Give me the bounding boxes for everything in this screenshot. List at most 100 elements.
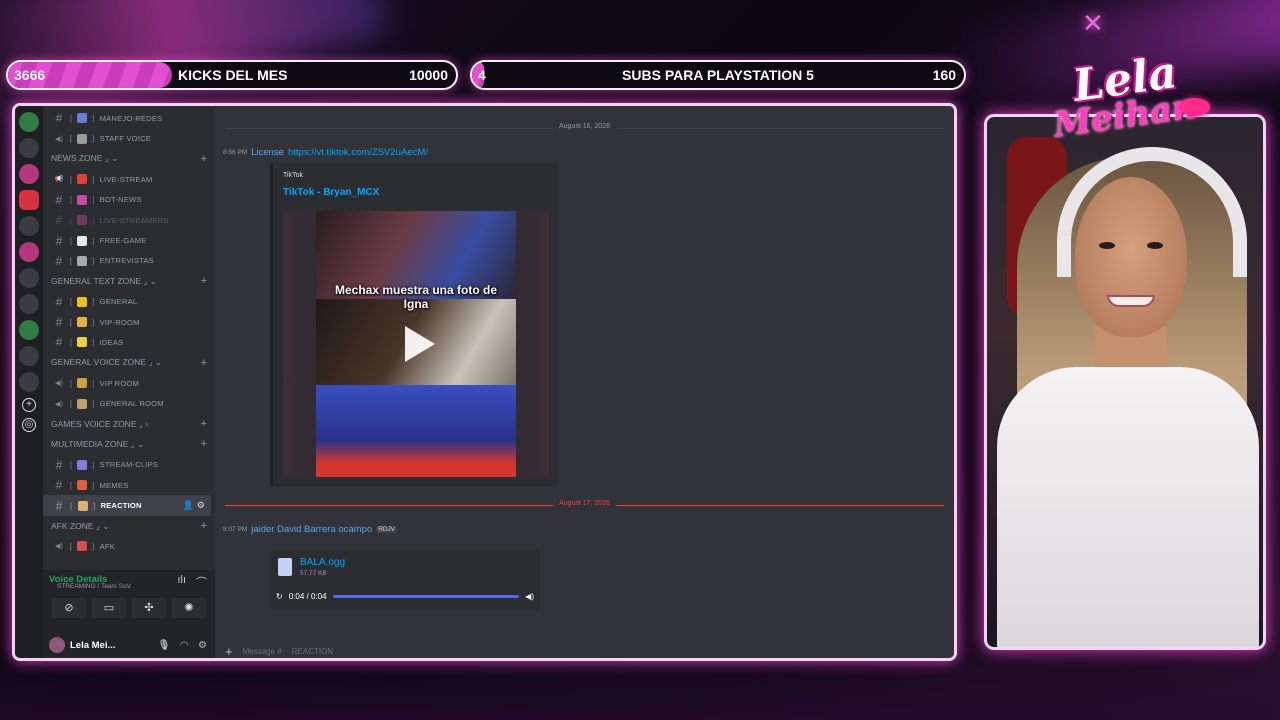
category-label: MULTIMEDIA ZONE ⌟ ⌄ <box>51 438 145 449</box>
replay-icon[interactable]: ↻ <box>276 592 283 601</box>
bracket: ] <box>92 256 95 266</box>
server-icon[interactable] <box>19 372 39 392</box>
channel-item[interactable]: # [] VIP-ROOM <box>43 312 215 332</box>
channel-category[interactable]: NEWS ZONE ⌟ ⌄ + <box>43 149 215 169</box>
kicks-goal-title: KICKS DEL MES <box>178 67 288 83</box>
message-composer[interactable]: + Message # REACTION <box>225 644 944 659</box>
user-panel: Lela Mei... 🎙 ◠ ⚙ <box>43 632 215 658</box>
soundboard-icon[interactable]: ✺ <box>171 598 207 618</box>
server-icon[interactable] <box>19 216 39 236</box>
message-link[interactable]: https://vt.tiktok.com/ZSV2uAecM/ <box>288 147 428 158</box>
channel-item[interactable]: # [] MANEJO-REDES <box>43 108 215 128</box>
voice-icon: ◀) <box>54 135 64 143</box>
new-messages-divider: August 17, 2026 <box>225 500 944 507</box>
channel-label: VIP ROOM <box>99 378 140 388</box>
channel-emoji-icon <box>77 378 88 389</box>
settings-gear-icon[interactable]: ⚙ <box>198 640 207 651</box>
discover-icon[interactable]: ◎ <box>22 418 36 432</box>
server-icon[interactable] <box>19 164 39 184</box>
channel-item[interactable]: # [] LIVE-STREAMERS <box>43 210 215 230</box>
kicks-goal-target: 10000 <box>409 67 448 83</box>
channel-settings-icon[interactable]: 👤 ⚙ <box>183 500 205 511</box>
channel-label: GENERAL <box>99 297 138 307</box>
channel-item[interactable]: ◀) [] STAFF VOICE <box>43 128 215 148</box>
add-server-icon[interactable]: + <box>22 398 36 412</box>
server-icon[interactable] <box>19 112 39 132</box>
channel-category[interactable]: GENERAL VOICE ZONE ⌟ ⌄ + <box>43 353 215 373</box>
add-channel-icon[interactable]: + <box>201 275 207 287</box>
channel-emoji-icon <box>77 541 88 552</box>
channel-item[interactable]: ◀) [] GENERAL ROOM <box>43 393 215 413</box>
video-frame <box>316 385 516 477</box>
server-icon[interactable] <box>19 138 39 158</box>
voice-icon: ◀) <box>54 380 64 388</box>
channel-label: LIVE-STREAM <box>99 174 153 184</box>
bracket: ] <box>92 317 95 327</box>
channel-item[interactable]: ◀) [] AFK <box>43 536 215 556</box>
hash-icon: # <box>55 335 63 350</box>
add-channel-icon[interactable]: + <box>201 438 207 450</box>
server-icon[interactable] <box>19 268 39 288</box>
channel-label: GENERAL ROOM <box>99 399 164 409</box>
server-icon[interactable] <box>19 320 39 340</box>
subs-goal-target: 160 <box>932 67 956 83</box>
attach-icon[interactable]: + <box>225 644 233 659</box>
file-name[interactable]: BALA.ogg <box>300 557 345 568</box>
add-channel-icon[interactable]: + <box>201 520 207 532</box>
date-label: August 16, 2026 <box>553 123 616 130</box>
server-icon[interactable] <box>19 190 39 210</box>
bracket: [ <box>70 399 73 409</box>
shirt <box>997 367 1259 647</box>
mic-icon[interactable]: 🎙 <box>158 640 171 651</box>
volume-icon[interactable]: ◀) <box>525 592 534 601</box>
activities-icon[interactable]: ✣ <box>131 598 167 618</box>
video-thumbnail[interactable]: Mechax muestra una foto de Igna <box>283 211 549 477</box>
server-icon[interactable] <box>19 294 39 314</box>
category-label: AFK ZONE ⌟ ⌄ <box>51 520 110 531</box>
add-channel-icon[interactable]: + <box>201 418 207 430</box>
channel-item[interactable]: # [] IDEAS <box>43 332 215 352</box>
channel-item[interactable]: # [] MEMES <box>43 475 215 495</box>
voice-channel-label: STREAMING / Team SoV <box>57 583 131 590</box>
camera-off-icon[interactable]: ⊘ <box>51 598 87 618</box>
message-author[interactable]: jaider David Barrera ocampo <box>251 524 372 535</box>
channel-category[interactable]: MULTIMEDIA ZONE ⌟ ⌄ + <box>43 434 215 454</box>
channel-item[interactable]: # [] ENTREVISTAS <box>43 251 215 271</box>
server-icon[interactable] <box>19 346 39 366</box>
channel-label: VIP-ROOM <box>99 317 140 327</box>
add-channel-icon[interactable]: + <box>201 153 207 165</box>
channel-item[interactable]: 📢 [] LIVE-STREAM <box>43 169 215 189</box>
channel-category[interactable]: GENERAL TEXT ZONE ⌟ ⌄ + <box>43 271 215 291</box>
video-caption: Mechax muestra una foto de Igna <box>334 283 498 311</box>
embed-title[interactable]: TikTok - Bryan_MCX <box>283 187 379 198</box>
channel-item[interactable]: # [] REACTION 👤 ⚙ <box>43 495 211 516</box>
channel-category[interactable]: GAMES VOICE ZONE ⌟ › + <box>43 414 215 434</box>
streamer-logo: Lela Meihan <box>1040 47 1210 168</box>
bracket: ] <box>92 215 95 225</box>
signal-icon[interactable]: ılı <box>177 574 186 590</box>
kicks-goal-current: 3666 <box>14 67 46 83</box>
channel-category[interactable]: AFK ZONE ⌟ ⌄ + <box>43 516 215 536</box>
add-channel-icon[interactable]: + <box>201 357 207 369</box>
screen-share-icon[interactable]: ▭ <box>91 598 127 618</box>
disconnect-icon[interactable]: ⌒ <box>196 574 207 590</box>
channel-item[interactable]: # [] BOT-NEWS <box>43 190 215 210</box>
channel-item[interactable]: # [] FREE-GAME <box>43 230 215 250</box>
channel-item[interactable]: # [] STREAM-CLIPS <box>43 455 215 475</box>
role-tag: RDJV <box>376 526 398 533</box>
play-icon[interactable] <box>405 326 435 362</box>
channel-label: AFK <box>99 541 115 551</box>
bracket: ] <box>92 480 95 490</box>
bracket: [ <box>70 337 73 347</box>
message-author[interactable]: License <box>251 147 284 158</box>
channel-item[interactable]: # [] GENERAL <box>43 292 215 312</box>
server-icon[interactable] <box>19 242 39 262</box>
headphones-icon[interactable]: ◠ <box>180 640 188 651</box>
avatar[interactable] <box>49 637 65 653</box>
channel-emoji-icon <box>77 500 88 511</box>
audio-progress[interactable] <box>332 594 520 598</box>
channel-emoji-icon <box>77 113 88 124</box>
bracket: ] <box>92 399 95 409</box>
channel-item[interactable]: ◀) [] VIP ROOM <box>43 373 215 393</box>
server-rail: + ◎ <box>15 106 43 658</box>
